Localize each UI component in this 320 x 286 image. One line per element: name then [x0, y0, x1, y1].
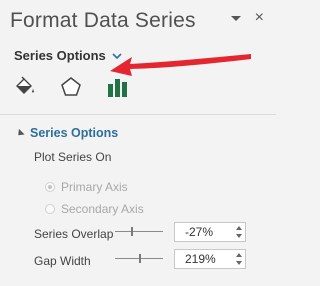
- series-overlap-value: -27%: [185, 225, 214, 239]
- section-title: Series Options: [30, 126, 119, 140]
- spinner-arrows[interactable]: [233, 250, 245, 268]
- pane-controls: ×: [230, 10, 264, 26]
- spinner-arrows[interactable]: [233, 223, 245, 241]
- gap-width-spinner[interactable]: 219%: [174, 249, 246, 269]
- radio-button: [45, 182, 55, 192]
- bar-chart-icon: [108, 79, 127, 97]
- close-icon[interactable]: ×: [255, 10, 264, 26]
- spin-up-icon[interactable]: [236, 226, 242, 230]
- radio-button: [45, 204, 55, 214]
- dropdown-triangle-icon[interactable]: [230, 15, 241, 21]
- format-data-series-pane: Format Data Series × Series Options Seri…: [0, 0, 276, 286]
- series-overlap-spinner[interactable]: -27%: [174, 222, 246, 242]
- pentagon-icon: [61, 77, 81, 96]
- pane-title: Format Data Series: [10, 9, 196, 32]
- spin-down-icon[interactable]: [236, 261, 242, 265]
- tab-effects[interactable]: [58, 74, 84, 100]
- collapse-triangle-icon: [15, 128, 25, 138]
- tab-fill-line[interactable]: [12, 74, 38, 100]
- paint-bucket-icon: [16, 76, 34, 94]
- plot-series-on-label: Plot Series On: [34, 150, 112, 164]
- primary-axis-radio[interactable]: Primary Axis: [45, 180, 128, 194]
- gap-width-label: Gap Width: [34, 254, 91, 268]
- series-options-dropdown[interactable]: Series Options: [14, 48, 122, 63]
- series-options-section-header[interactable]: Series Options: [15, 126, 119, 140]
- series-options-dropdown-label: Series Options: [14, 48, 106, 63]
- series-overlap-slider[interactable]: [115, 227, 163, 237]
- section-divider: [0, 114, 276, 115]
- primary-axis-label: Primary Axis: [61, 180, 128, 194]
- spin-up-icon[interactable]: [236, 253, 242, 257]
- slider-thumb[interactable]: [139, 254, 141, 263]
- slider-thumb[interactable]: [131, 227, 133, 236]
- gap-width-slider[interactable]: [115, 254, 163, 264]
- secondary-axis-label: Secondary Axis: [61, 202, 144, 216]
- red-arrow-annotation: [110, 54, 251, 76]
- secondary-axis-radio[interactable]: Secondary Axis: [45, 202, 144, 216]
- slider-track: [115, 231, 163, 232]
- spin-down-icon[interactable]: [236, 234, 242, 238]
- series-overlap-label: Series Overlap: [34, 227, 114, 241]
- gap-width-value: 219%: [185, 252, 216, 266]
